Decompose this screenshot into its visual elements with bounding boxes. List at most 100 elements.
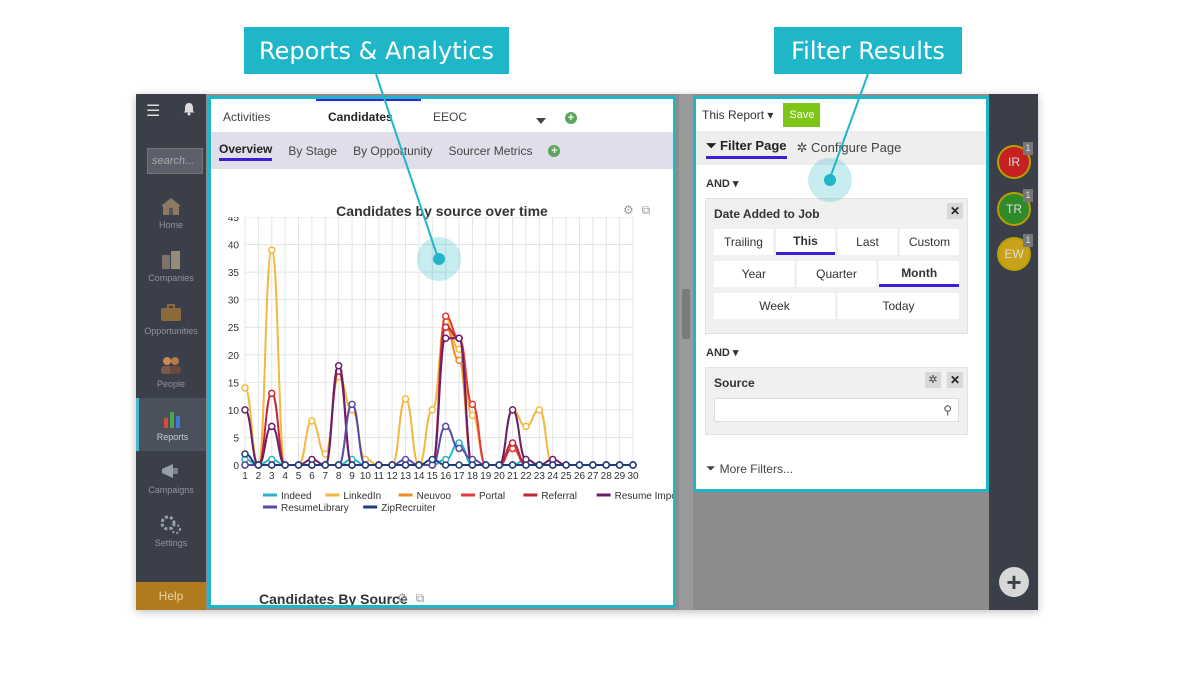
x-tick-label: 11 xyxy=(374,471,385,482)
x-tick-label: 29 xyxy=(614,471,626,482)
tabs-dropdown-icon[interactable] xyxy=(526,118,556,132)
option-week[interactable]: Week xyxy=(714,293,835,319)
tab-activities[interactable]: Activities xyxy=(211,99,316,132)
option-last[interactable]: Last xyxy=(838,229,897,255)
option-month[interactable]: Month xyxy=(879,261,960,287)
data-point xyxy=(375,461,383,469)
close-icon[interactable]: ✕ xyxy=(947,203,963,219)
callout-pointer-dot xyxy=(808,158,852,202)
bell-icon[interactable] xyxy=(182,102,196,121)
avatar-count-badge: 1 xyxy=(1023,189,1033,202)
y-tick-label: 40 xyxy=(228,241,240,252)
report-select-dropdown[interactable]: This Report ▾ xyxy=(702,108,773,122)
x-tick-label: 18 xyxy=(467,471,479,482)
x-tick-label: 16 xyxy=(440,471,452,482)
source-search-input[interactable]: ⚲ xyxy=(714,398,959,422)
gear-icon: ✲ xyxy=(796,140,808,155)
nav-item-opportunities[interactable]: Opportunities xyxy=(136,292,206,345)
data-point xyxy=(348,461,356,469)
add-tab-button[interactable]: + xyxy=(556,112,586,132)
source-filter-card: Source ✲ ✕ ⚲ xyxy=(705,367,968,435)
option-custom[interactable]: Custom xyxy=(900,229,959,255)
tab-configure-page[interactable]: ✲ Configure Page xyxy=(797,140,902,156)
date-period-options-2: Week Today xyxy=(714,293,959,319)
nav-item-home[interactable]: Home xyxy=(136,186,206,239)
nav-item-label: Opportunities xyxy=(144,325,198,336)
help-button[interactable]: Help xyxy=(136,582,206,610)
data-point xyxy=(268,246,276,254)
briefcase-icon xyxy=(159,302,183,322)
avatar-initials: EW xyxy=(1004,247,1024,261)
chart-tools: ⚙ ⧉ xyxy=(623,203,650,218)
legend-label: ResumeLibrary xyxy=(281,503,349,514)
and-operator-2[interactable]: AND ▾ xyxy=(696,334,986,359)
nav-search-input[interactable]: search... xyxy=(147,148,203,174)
tab-filter-page[interactable]: ⏷ Filter Page xyxy=(706,138,787,159)
nav-item-campaigns[interactable]: Campaigns xyxy=(136,451,206,504)
option-quarter[interactable]: Quarter xyxy=(796,261,877,287)
section-title-candidates-by-source: Candidates By Source xyxy=(259,591,408,607)
report-select-label: This Report xyxy=(702,108,765,122)
data-point xyxy=(455,334,463,342)
add-plus-button[interactable]: + xyxy=(999,567,1029,597)
x-tick-label: 13 xyxy=(400,471,412,482)
x-tick-label: 25 xyxy=(561,471,573,482)
close-icon[interactable]: ✕ xyxy=(947,372,963,388)
panel-resize-handle[interactable] xyxy=(682,289,690,339)
subtab-by-opportunity[interactable]: By Opportunity xyxy=(353,144,432,158)
option-today[interactable]: Today xyxy=(838,293,959,319)
filter-top-bar: This Report ▾ Save xyxy=(696,99,986,131)
data-point xyxy=(508,461,517,469)
option-this[interactable]: This xyxy=(776,229,835,255)
nav-item-label: Home xyxy=(158,219,183,230)
data-point xyxy=(441,323,450,331)
gear-icon[interactable]: ✲ xyxy=(925,372,941,388)
nav-item-reports[interactable]: Reports xyxy=(136,398,206,451)
y-tick-label: 0 xyxy=(233,461,239,472)
chart-settings-gear-icon[interactable]: ⚙ xyxy=(623,203,634,218)
section-expand-icon[interactable]: ⧉ xyxy=(416,591,425,605)
screenshot-stage: Reports & Analytics Filter Results ☰ sea… xyxy=(0,0,1200,675)
x-tick-label: 24 xyxy=(547,471,559,482)
nav-item-settings[interactable]: Settings xyxy=(136,504,206,557)
data-point xyxy=(562,461,570,469)
nav-item-companies[interactable]: Companies xyxy=(136,239,206,292)
more-filters-label: More Filters... xyxy=(719,461,793,476)
data-point xyxy=(428,455,437,464)
data-point xyxy=(548,461,557,469)
x-tick-label: 5 xyxy=(296,471,302,482)
x-tick-label: 3 xyxy=(269,471,275,482)
nav-item-label: Companies xyxy=(148,272,194,283)
y-tick-label: 10 xyxy=(228,406,240,417)
callout-filter-results: Filter Results xyxy=(774,27,962,74)
y-tick-label: 5 xyxy=(233,433,239,444)
option-trailing[interactable]: Trailing xyxy=(714,229,773,255)
nav-item-label: People xyxy=(156,378,186,389)
data-point xyxy=(575,461,584,469)
nav-item-label: Campaigns xyxy=(148,484,194,495)
tab-candidates[interactable]: Candidates xyxy=(316,99,421,132)
legend-label: Portal xyxy=(479,491,505,502)
hamburger-menu-icon[interactable]: ☰ xyxy=(146,101,160,121)
data-point xyxy=(589,461,597,469)
y-tick-label: 35 xyxy=(228,268,240,279)
subtab-overview[interactable]: Overview xyxy=(219,142,273,161)
option-year[interactable]: Year xyxy=(714,261,794,287)
data-point xyxy=(348,400,356,409)
data-point xyxy=(441,312,450,320)
subtab-by-stage[interactable]: By Stage xyxy=(288,144,337,158)
save-button[interactable]: Save xyxy=(783,103,821,127)
bar-chart-icon xyxy=(161,408,185,428)
nav-item-people[interactable]: People xyxy=(136,345,206,398)
chart-expand-icon[interactable]: ⧉ xyxy=(642,203,651,218)
tab-eeoc[interactable]: EEOC xyxy=(421,99,526,132)
data-point xyxy=(401,461,410,469)
subtab-sourcer-metrics[interactable]: Sourcer Metrics xyxy=(448,144,532,158)
more-filters-link[interactable]: ⏷ More Filters... xyxy=(706,461,793,476)
data-point xyxy=(455,444,463,453)
callout-reports-analytics: Reports & Analytics xyxy=(244,27,509,74)
add-subtab-plus-icon[interactable]: + xyxy=(548,145,561,157)
filter-panel: This Report ▾ Save ⏷ Filter Page ✲ Confi… xyxy=(693,96,989,492)
section-settings-gear-icon[interactable]: ⚙ xyxy=(397,591,408,605)
x-tick-label: 23 xyxy=(534,471,546,482)
